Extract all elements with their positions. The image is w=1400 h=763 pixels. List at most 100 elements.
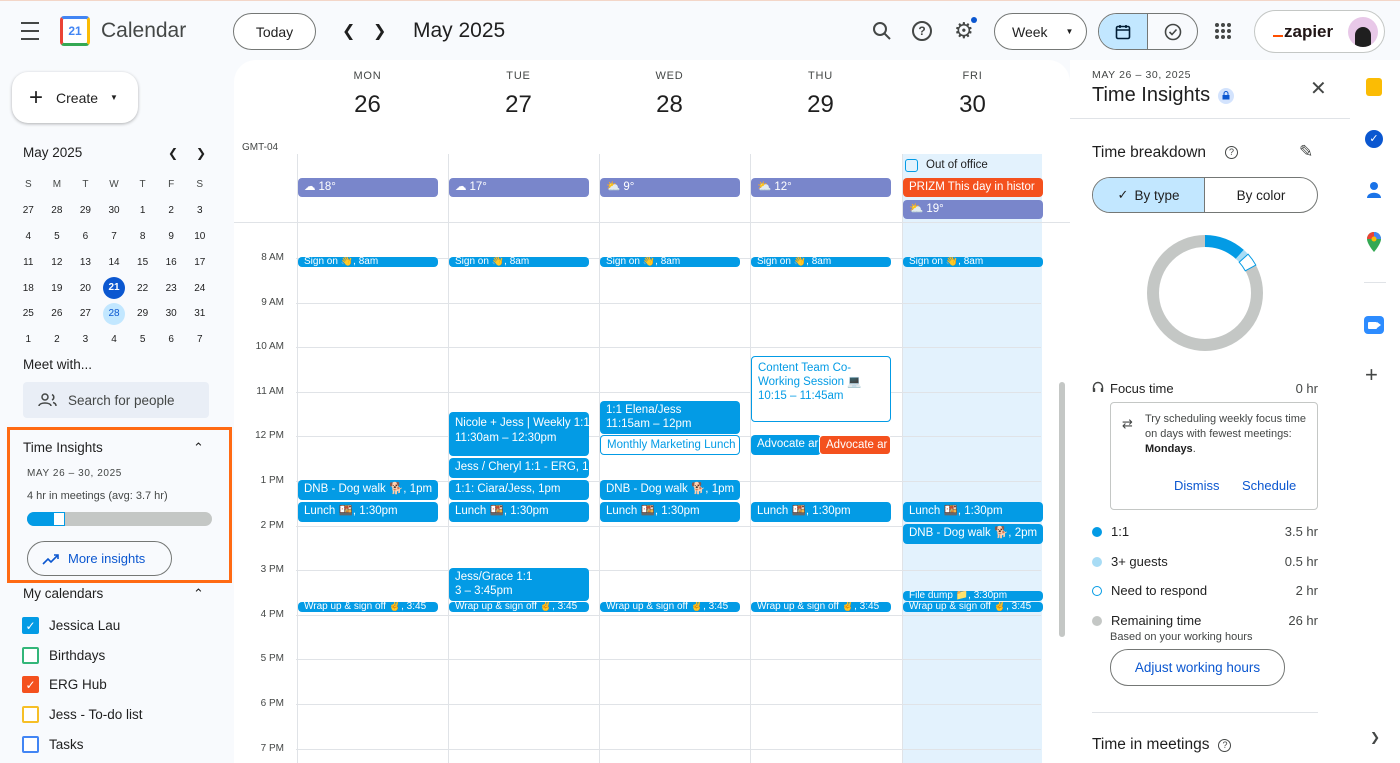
ciara-event[interactable]: 1:1: Ciara/Jess, 1pm: [449, 480, 589, 500]
tasks-view-button[interactable]: [1148, 14, 1197, 49]
insights-collapse-icon[interactable]: ⌃: [193, 440, 204, 456]
mini-day[interactable]: 17: [185, 257, 214, 268]
mini-day[interactable]: 21: [100, 277, 129, 300]
mini-day[interactable]: 8: [128, 231, 157, 242]
my-calendars-collapse-icon[interactable]: ⌃: [193, 586, 204, 602]
lunch-event[interactable]: Lunch 🍱, 1:30pm: [298, 502, 438, 522]
mini-day[interactable]: 3: [71, 334, 100, 345]
day-header[interactable]: WED 28: [594, 70, 745, 119]
mini-day[interactable]: 5: [43, 231, 72, 242]
mini-day[interactable]: 16: [157, 257, 186, 268]
account-chip[interactable]: zapier: [1254, 10, 1385, 53]
jess-grace-event[interactable]: Jess/Grace 1:1 3 – 3:45pm: [449, 568, 589, 601]
mini-next-icon[interactable]: ❯: [196, 146, 206, 160]
mini-day[interactable]: 5: [128, 334, 157, 345]
mini-day[interactable]: 6: [157, 334, 186, 345]
mini-day[interactable]: 4: [100, 334, 129, 345]
calendar-item[interactable]: Jess - To-do list: [22, 706, 143, 724]
help-icon[interactable]: ?: [912, 21, 932, 41]
add-addon-icon[interactable]: +: [1365, 362, 1378, 388]
mini-day[interactable]: 23: [157, 283, 186, 294]
grid-scrollbar[interactable]: [1059, 382, 1065, 637]
next-week-icon[interactable]: ❯: [373, 21, 386, 41]
checkbox-icon[interactable]: [22, 706, 39, 724]
nicole-jess-event[interactable]: Nicole + Jess | Weekly 1:1 11:30am – 12:3…: [449, 412, 589, 456]
wrap-up-event[interactable]: Wrap up & sign off ✌️, 3:45: [298, 602, 438, 612]
mini-prev-icon[interactable]: ❮: [168, 146, 178, 160]
calendar-logo-icon[interactable]: 21: [60, 16, 90, 46]
mini-day[interactable]: 10: [185, 231, 214, 242]
prizm-event[interactable]: PRIZM This day in histor: [903, 178, 1043, 197]
jess-cheryl-event[interactable]: Jess / Cheryl 1:1 - ERG, 12: [449, 458, 589, 478]
mini-day[interactable]: 18: [14, 283, 43, 294]
mini-day[interactable]: 6: [71, 231, 100, 242]
by-color-button[interactable]: By color: [1205, 178, 1317, 212]
sign-on-event[interactable]: Sign on 👋, 8am: [600, 257, 740, 267]
adjust-working-hours-button[interactable]: Adjust working hours: [1110, 649, 1285, 686]
advocate-erg-event[interactable]: Advocate ar: [819, 435, 891, 455]
mini-day[interactable]: 3: [185, 205, 214, 216]
mini-day[interactable]: 26: [43, 308, 72, 319]
mini-day[interactable]: 29: [128, 308, 157, 319]
tasks-icon[interactable]: ✓: [1365, 130, 1383, 148]
lunch-event[interactable]: Lunch 🍱, 1:30pm: [751, 502, 891, 522]
keep-icon[interactable]: [1366, 78, 1382, 96]
by-type-button[interactable]: ✓ By type: [1093, 178, 1205, 212]
mini-day[interactable]: 28: [43, 205, 72, 216]
wrap-up-event[interactable]: Wrap up & sign off ✌️, 3:45: [751, 602, 891, 612]
mini-day[interactable]: 29: [71, 205, 100, 216]
mini-day[interactable]: 27: [71, 308, 100, 319]
edit-icon[interactable]: ✎: [1299, 142, 1313, 162]
mini-day[interactable]: 22: [128, 283, 157, 294]
mini-day[interactable]: 25: [14, 308, 43, 319]
wrap-up-event[interactable]: Wrap up & sign off ✌️, 3:45: [600, 602, 740, 612]
weather-chip[interactable]: ☁ 18°: [298, 178, 438, 197]
mini-day[interactable]: 27: [14, 205, 43, 216]
sign-on-event[interactable]: Sign on 👋, 8am: [751, 257, 891, 267]
wrap-up-event[interactable]: Wrap up & sign off ✌️, 3:45: [449, 602, 589, 612]
mini-day[interactable]: 2: [157, 205, 186, 216]
weather-chip[interactable]: ⛅ 9°: [600, 178, 740, 197]
mini-day[interactable]: 30: [157, 308, 186, 319]
zoom-icon[interactable]: [1364, 316, 1384, 334]
calendar-item[interactable]: ✓ ERG Hub: [22, 676, 107, 694]
calendar-item[interactable]: Tasks: [22, 735, 84, 753]
dog-walk-event[interactable]: DNB - Dog walk 🐕, 1pm: [298, 480, 438, 500]
mini-day[interactable]: 7: [100, 231, 129, 242]
mini-day[interactable]: 20: [71, 283, 100, 294]
mini-day[interactable]: 14: [100, 257, 129, 268]
mini-day[interactable]: 12: [43, 257, 72, 268]
mini-day[interactable]: 28: [100, 302, 129, 325]
prev-week-icon[interactable]: ❮: [342, 21, 355, 41]
dog-walk-event[interactable]: DNB - Dog walk 🐕, 1pm: [600, 480, 740, 500]
mini-day[interactable]: 2: [43, 334, 72, 345]
mini-day[interactable]: 1: [14, 334, 43, 345]
wrap-up-event[interactable]: Wrap up & sign off ✌️, 3:45: [903, 602, 1043, 612]
search-icon[interactable]: [872, 21, 892, 46]
schedule-button[interactable]: Schedule: [1242, 478, 1296, 493]
mini-day[interactable]: 24: [185, 283, 214, 294]
dog-walk-event[interactable]: DNB - Dog walk 🐕, 2pm: [903, 524, 1043, 544]
sign-on-event[interactable]: Sign on 👋, 8am: [298, 257, 438, 267]
expand-rail-icon[interactable]: ❯: [1370, 730, 1380, 744]
contacts-icon[interactable]: [1367, 181, 1381, 199]
breakdown-help-icon[interactable]: ?: [1225, 146, 1238, 159]
sign-on-event[interactable]: Sign on 👋, 8am: [449, 257, 589, 267]
elena-event[interactable]: 1:1 Elena/Jess 11:15am – 12pm: [600, 401, 740, 434]
mini-day[interactable]: 7: [185, 334, 214, 345]
apps-grid-icon[interactable]: [1215, 23, 1231, 39]
view-selector[interactable]: Week ▼: [994, 13, 1087, 50]
calendar-view-button[interactable]: [1099, 14, 1149, 49]
mini-day[interactable]: 1: [128, 205, 157, 216]
weather-chip[interactable]: ⛅ 12°: [751, 178, 891, 197]
checkbox-checked-icon[interactable]: ✓: [22, 676, 39, 694]
mini-day[interactable]: 13: [71, 257, 100, 268]
mini-day[interactable]: 19: [43, 283, 72, 294]
monthly-marketing-event[interactable]: Monthly Marketing Lunch: [600, 435, 740, 455]
file-dump-event[interactable]: File dump 📁, 3:30pm: [903, 591, 1043, 601]
lunch-event[interactable]: Lunch 🍱, 1:30pm: [600, 502, 740, 522]
calendar-item[interactable]: Birthdays: [22, 646, 105, 664]
mini-day[interactable]: 30: [100, 205, 129, 216]
dismiss-button[interactable]: Dismiss: [1174, 478, 1220, 493]
weather-chip[interactable]: ☁ 17°: [449, 178, 589, 197]
